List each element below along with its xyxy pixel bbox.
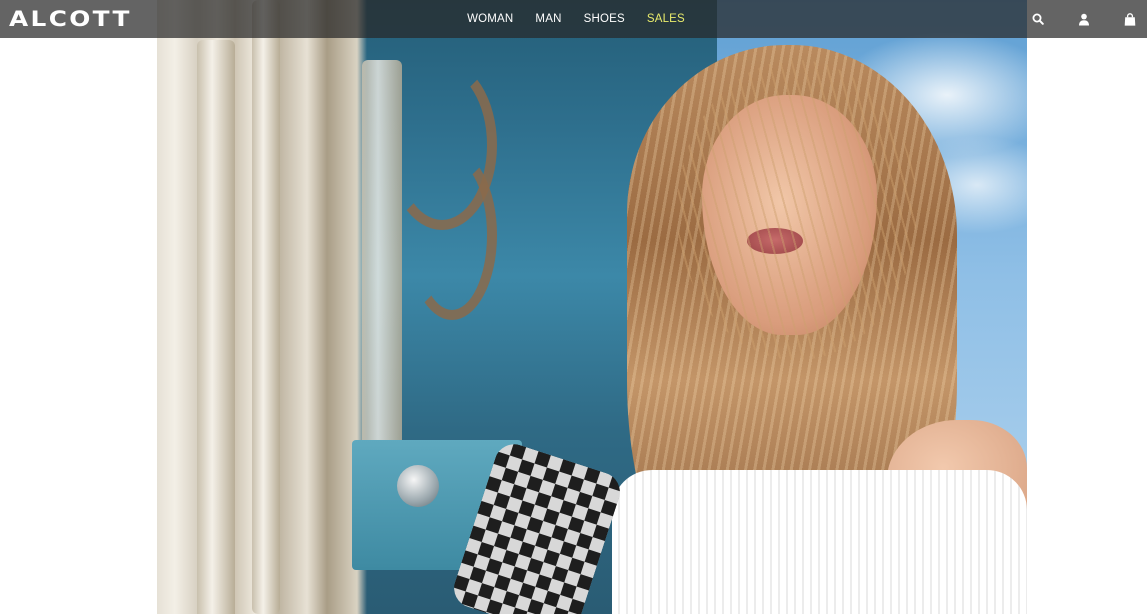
hero-white-top <box>612 470 1027 614</box>
user-icon[interactable] <box>1077 12 1091 26</box>
hero-image <box>157 0 1027 614</box>
nav-link-man[interactable]: MAN <box>535 13 561 25</box>
hero-beam <box>197 40 235 614</box>
hero-beam <box>252 0 280 614</box>
hero-knob <box>397 465 439 507</box>
search-icon[interactable] <box>1031 12 1045 26</box>
hero-pipe <box>407 150 497 320</box>
hero-hair-strands <box>677 60 917 360</box>
shopping-bag-icon[interactable] <box>1123 12 1137 26</box>
nav-icon-group <box>1031 0 1137 38</box>
top-navbar: ALCOTT WOMAN MAN SHOES SALES <box>0 0 1147 38</box>
nav-link-sales[interactable]: SALES <box>647 13 685 25</box>
page: ALCOTT WOMAN MAN SHOES SALES <box>0 0 1147 614</box>
main-nav: WOMAN MAN SHOES SALES <box>0 0 1147 38</box>
nav-link-shoes[interactable]: SHOES <box>584 13 625 25</box>
nav-link-woman[interactable]: WOMAN <box>467 13 513 25</box>
brand-logo[interactable]: ALCOTT <box>9 5 132 33</box>
